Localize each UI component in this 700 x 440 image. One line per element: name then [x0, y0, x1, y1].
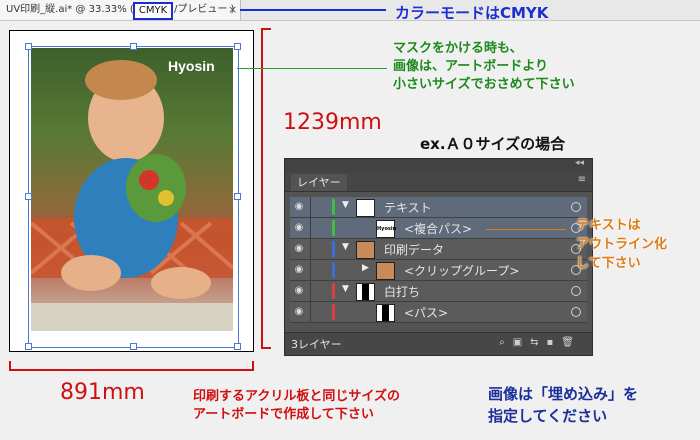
layer-row[interactable]: ◉ ▶ <クリップグループ>	[290, 260, 587, 281]
panel-menu-icon[interactable]: ≡	[578, 174, 586, 185]
embed-note: 画像は「埋め込み」を 指定してください	[488, 383, 638, 427]
layer-thumbnail	[356, 283, 375, 301]
width-dimension-tick	[252, 361, 254, 369]
artboard-note-line: 印刷するアクリル板と同じサイズの	[193, 389, 400, 404]
visibility-eye-icon[interactable]: ◉	[291, 220, 307, 236]
layer-list: ◉ ▼ テキスト ◉ Hyosin <複合パス> ◉ ▼ 印刷データ ◉ ▶ <…	[290, 197, 587, 323]
layer-thumbnail	[376, 304, 395, 322]
layer-color-swatch	[332, 304, 335, 320]
layer-name[interactable]: 印刷データ	[384, 241, 444, 258]
layer-thumbnail: Hyosin	[376, 220, 396, 238]
width-dimension-tick	[9, 361, 11, 369]
visibility-eye-icon[interactable]: ◉	[291, 199, 307, 215]
size-example-label: ex.Ａ０サイズの場合	[420, 135, 566, 153]
mask-note-line: 小さいサイズでおさめて下さい	[393, 77, 575, 92]
layer-name[interactable]: <パス>	[404, 304, 448, 321]
layer-thumbnail	[356, 199, 375, 217]
mask-callout-line	[237, 68, 387, 69]
width-dimension: 891mm	[60, 380, 145, 405]
layer-row[interactable]: ◉ <パス>	[290, 302, 587, 323]
visibility-eye-icon[interactable]: ◉	[291, 304, 307, 320]
mask-note: マスクをかける時も、 画像は、アートボードより 小さいサイズでおさめて下さい	[393, 40, 575, 94]
panel-tab-row: レイヤー ≡	[285, 172, 592, 192]
height-dimension-tick	[261, 28, 271, 30]
resize-handle[interactable]	[130, 343, 137, 350]
expand-triangle-icon[interactable]: ▼	[342, 200, 349, 210]
layer-color-swatch	[332, 241, 335, 257]
visibility-eye-icon[interactable]: ◉	[291, 241, 307, 257]
layer-thumbnail	[356, 241, 375, 259]
outline-note-line: して下さい	[576, 256, 641, 271]
panel-action-icons[interactable]: ⌕▣⇆▪🗑	[499, 337, 582, 348]
resize-handle[interactable]	[234, 43, 241, 50]
outline-note-line: テキストは	[576, 218, 641, 233]
layer-color-swatch	[332, 283, 335, 299]
layers-panel: ◂◂ レイヤー ≡ ◉ ▼ テキスト ◉ Hyosin <複合パス> ◉ ▼ 印…	[284, 158, 593, 356]
layer-count: 3レイヤー	[291, 338, 342, 351]
embed-note-line: 画像は「埋め込み」を	[488, 385, 639, 403]
mask-note-line: マスクをかける時も、	[393, 41, 523, 56]
document-tab[interactable]: UV印刷_縦.ai* @ 33.33% ( CMYK /プレビュー ) ×	[0, 0, 241, 20]
layer-name[interactable]: 白打ち	[384, 283, 420, 300]
layer-row[interactable]: ◉ ▼ テキスト	[290, 197, 587, 218]
resize-handle[interactable]	[234, 343, 241, 350]
mask-note-line: 画像は、アートボードより	[393, 59, 548, 74]
layer-color-swatch	[332, 220, 335, 236]
selection-bounding-box	[28, 46, 239, 348]
resize-handle[interactable]	[234, 193, 241, 200]
outline-callout-line	[486, 229, 566, 230]
outline-note-line: アウトライン化	[576, 237, 668, 252]
height-dimension-line	[261, 28, 263, 349]
target-circle-icon[interactable]	[571, 307, 581, 317]
resize-handle[interactable]	[130, 43, 137, 50]
color-mode-note: カラーモードはCMYK	[395, 4, 549, 22]
layer-name[interactable]: <複合パス>	[404, 220, 472, 237]
expand-triangle-icon[interactable]: ▼	[342, 242, 349, 252]
target-circle-icon[interactable]	[571, 286, 581, 296]
collapse-icon[interactable]: ◂◂	[575, 158, 584, 168]
layer-color-swatch	[332, 262, 335, 278]
layer-row[interactable]: ◉ ▼ 印刷データ	[290, 239, 587, 260]
panel-header[interactable]: ◂◂	[285, 158, 592, 172]
visibility-eye-icon[interactable]: ◉	[291, 283, 307, 299]
layer-color-swatch	[332, 199, 335, 215]
layer-thumbnail	[376, 262, 395, 280]
outline-note: テキストは アウトライン化 して下さい	[576, 216, 667, 273]
color-mode-callout-line	[240, 9, 386, 11]
close-icon[interactable]: ×	[228, 0, 237, 20]
resize-handle[interactable]	[25, 193, 32, 200]
column-divider	[310, 281, 311, 301]
height-dimension: 1239mm	[283, 110, 382, 135]
color-mode-indicator: CMYK	[133, 2, 173, 20]
column-divider	[310, 302, 311, 322]
view-mode: /プレビュー )	[174, 4, 235, 15]
expand-triangle-icon[interactable]: ▶	[362, 263, 369, 273]
layer-name[interactable]: テキスト	[384, 199, 432, 216]
column-divider	[310, 218, 311, 238]
width-dimension-line	[9, 369, 254, 371]
document-title: UV印刷_縦.ai* @ 33.33% (	[6, 4, 134, 15]
height-dimension-tick	[261, 347, 271, 349]
artboard-note: 印刷するアクリル板と同じサイズの アートボードで作成して下さい	[193, 388, 400, 424]
panel-footer: 3レイヤー ⌕▣⇆▪🗑	[285, 332, 592, 355]
expand-triangle-icon[interactable]: ▼	[342, 284, 349, 294]
target-circle-icon[interactable]	[571, 202, 581, 212]
layer-row[interactable]: ◉ ▼ 白打ち	[290, 281, 587, 302]
embed-note-line: 指定してください	[488, 407, 608, 425]
column-divider	[310, 197, 311, 217]
resize-handle[interactable]	[25, 43, 32, 50]
visibility-eye-icon[interactable]: ◉	[291, 262, 307, 278]
tab-layers[interactable]: レイヤー	[291, 174, 347, 191]
layer-name[interactable]: <クリップグループ>	[404, 262, 519, 279]
column-divider	[310, 239, 311, 259]
resize-handle[interactable]	[25, 343, 32, 350]
artboard-note-line: アートボードで作成して下さい	[193, 407, 374, 422]
column-divider	[310, 260, 311, 280]
